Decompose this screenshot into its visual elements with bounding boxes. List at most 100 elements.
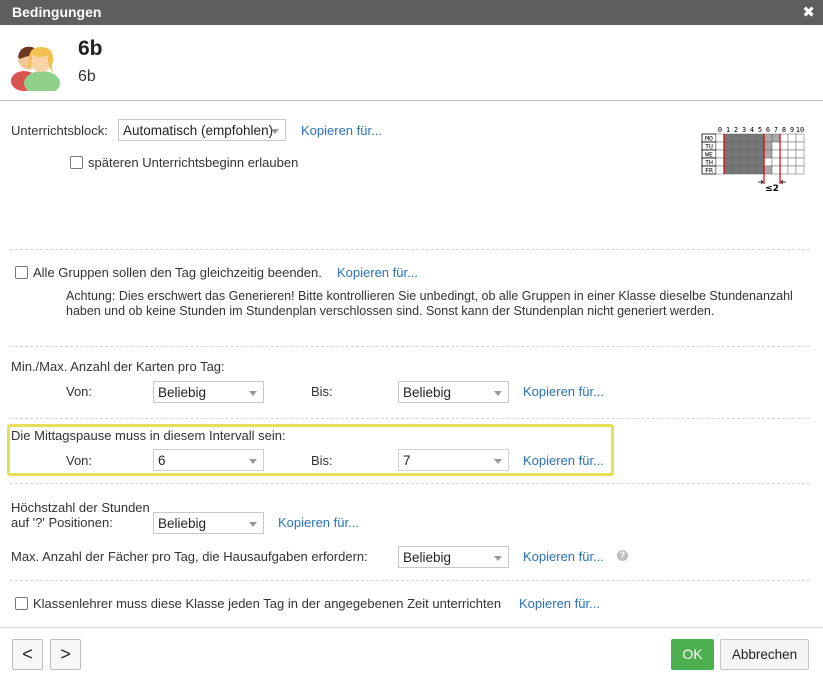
lunch-from-label: Von: [66, 453, 93, 468]
diagram-cell [763, 149, 773, 159]
groups-copy-link[interactable]: Kopieren für... [337, 265, 418, 280]
page-subtitle: 6b [78, 68, 96, 85]
diagram-cell [715, 165, 725, 175]
ok-button[interactable]: OK [671, 639, 714, 670]
diagram-cell [731, 157, 741, 167]
diagram-cell [723, 141, 733, 151]
diagram-cell [747, 141, 757, 151]
page-title: 6b [78, 37, 103, 60]
homework-select[interactable]: Beliebig [398, 546, 509, 568]
cards-to-label: Bis: [311, 384, 333, 399]
max-hours-label-1: Höchstzahl der Stunden [11, 500, 150, 515]
help-icon[interactable]: ? [617, 550, 628, 561]
diagram-cell [763, 157, 773, 167]
diagram-cell [771, 165, 781, 175]
diagram-cell [787, 141, 797, 151]
lunch-from-select[interactable]: 6 [153, 449, 264, 471]
cards-from-select[interactable]: Beliebig [153, 381, 264, 403]
chevron-down-icon [494, 556, 502, 561]
dialog-header: 6b 6b [0, 25, 823, 101]
diagram-cell [779, 141, 789, 151]
chevron-down-icon [249, 459, 257, 464]
homework-value: Beliebig [403, 550, 452, 565]
diagram-cell [795, 133, 805, 143]
lunch-label: Die Mittagspause muss in diesem Interval… [11, 428, 286, 443]
diagram-cell [715, 157, 725, 167]
diagram-row-label: FR [705, 167, 713, 175]
close-icon[interactable]: ✖ [802, 3, 815, 21]
cards-from-value: Beliebig [158, 385, 207, 400]
diagram-cell [723, 157, 733, 167]
chevron-down-icon [249, 391, 257, 396]
homework-copy-link[interactable]: Kopieren für... [523, 549, 604, 564]
cards-copy-link[interactable]: Kopieren für... [523, 384, 604, 399]
diagram-cell [715, 133, 725, 143]
diagram-cell [747, 133, 757, 143]
diagram-cell [731, 141, 741, 151]
diagram-row-label: TH [705, 159, 713, 167]
lunch-copy-link[interactable]: Kopieren für... [523, 453, 604, 468]
groups-end-label: Alle Gruppen sollen den Tag gleichzeitig… [33, 265, 322, 280]
diagram-column-label: 1 [726, 126, 730, 134]
diagram-cell [723, 133, 733, 143]
prev-button[interactable]: < [12, 639, 43, 670]
lunch-to-label: Bis: [311, 453, 333, 468]
teacher-copy-link[interactable]: Kopieren für... [519, 596, 600, 611]
max-hours-value: Beliebig [158, 516, 207, 531]
diagram-column-label: 6 [766, 126, 770, 134]
diagram-cell [795, 149, 805, 159]
diagram-cell [771, 141, 781, 151]
homework-label: Max. Anzahl der Fächer pro Tag, die Haus… [11, 549, 368, 564]
cards-to-value: Beliebig [403, 385, 452, 400]
diagram-cell [723, 165, 733, 175]
max-hours-select[interactable]: Beliebig [153, 512, 264, 534]
diagram-arrow-left-icon [758, 179, 764, 185]
groups-end-checkbox[interactable] [15, 266, 28, 279]
diagram-cell [795, 141, 805, 151]
diagram-column-label: 5 [758, 126, 762, 134]
lunch-to-select[interactable]: 7 [398, 449, 509, 471]
diagram-cell [747, 165, 757, 175]
diagram-cell [731, 165, 741, 175]
chevron-down-icon [494, 391, 502, 396]
block-select[interactable]: Automatisch (empfohlen) [118, 119, 286, 141]
diagram-cell [795, 165, 805, 175]
diagram-cell [771, 133, 781, 143]
diagram-cell [755, 157, 765, 167]
cards-to-select[interactable]: Beliebig [398, 381, 509, 403]
block-select-value: Automatisch (empfohlen) [123, 123, 274, 138]
next-button[interactable]: > [50, 639, 81, 670]
block-copy-link[interactable]: Kopieren für... [301, 123, 382, 138]
teacher-label: Klassenlehrer muss diese Klasse jeden Ta… [33, 596, 502, 611]
diagram-column-label: 8 [782, 126, 786, 134]
groups-warning-note: Achtung: Dies erschwert das Generieren! … [66, 289, 793, 318]
diagram-column-label: 7 [774, 126, 778, 134]
diagram-cell [771, 149, 781, 159]
cancel-button[interactable]: Abbrechen [720, 639, 809, 670]
max-hours-copy-link[interactable]: Kopieren für... [278, 515, 359, 530]
diagram-column-label: 9 [790, 126, 794, 134]
diagram-cell [731, 133, 741, 143]
diagram-cell [779, 157, 789, 167]
diagram-cell [779, 165, 789, 175]
diagram-cell [755, 165, 765, 175]
divider [10, 346, 810, 347]
diagram-cell [787, 133, 797, 143]
diagram-cell [795, 157, 805, 167]
diagram-cell [779, 149, 789, 159]
diagram-cell [787, 149, 797, 159]
diagram-cell [787, 165, 797, 175]
diagram-cell [763, 165, 773, 175]
diagram-cell [779, 133, 789, 143]
later-start-checkbox[interactable] [70, 156, 83, 169]
diagram-arrow-right-icon [780, 179, 786, 185]
diagram-cell [739, 165, 749, 175]
divider [10, 580, 810, 581]
diagram-cell [739, 141, 749, 151]
diagram-row-label: WE [705, 151, 713, 159]
window-title: Bedingungen [12, 4, 102, 20]
divider [10, 249, 810, 250]
divider [10, 483, 810, 484]
title-bar: Bedingungen ✖ [0, 0, 823, 25]
teacher-checkbox[interactable] [15, 597, 28, 610]
